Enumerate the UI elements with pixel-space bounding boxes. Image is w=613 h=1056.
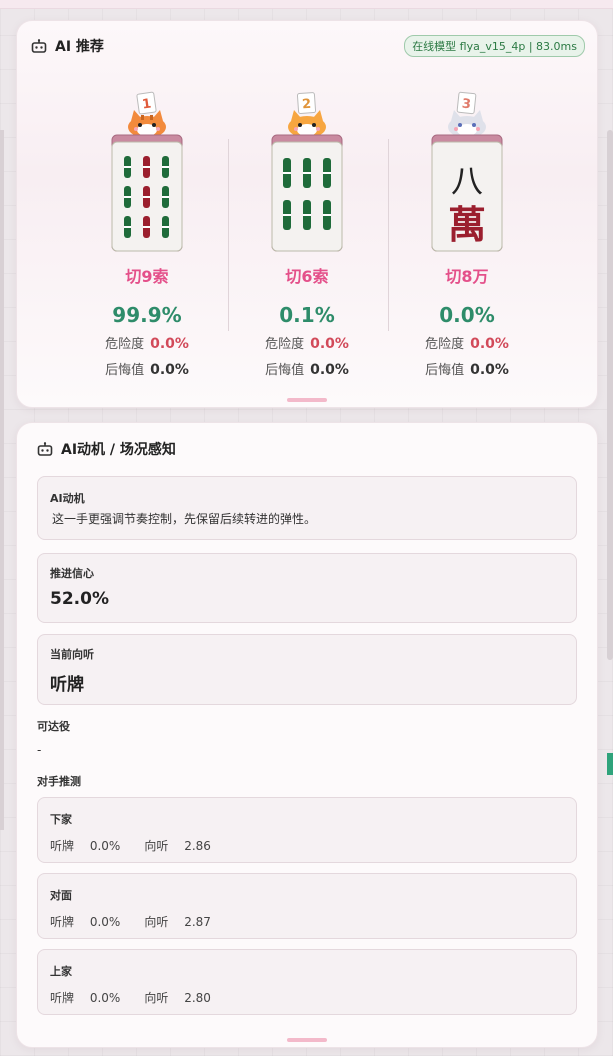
probability: 0.1% xyxy=(279,303,335,327)
column-divider xyxy=(388,139,389,331)
risk-label: 危险度 xyxy=(105,337,145,352)
background-edge xyxy=(0,130,4,830)
panel-resize-handle[interactable] xyxy=(287,398,327,402)
shanten-short-value: 2.86 xyxy=(184,839,211,853)
risk-row: 危险度 0.0% xyxy=(237,333,377,352)
model-badge: 在线模型 flya_v15_4p | 83.0ms xyxy=(404,35,585,57)
opponent-stats: 听牌 0.0% 向听 2.87 xyxy=(50,913,235,930)
status-indicator xyxy=(607,753,613,775)
yaku-value: - xyxy=(37,743,42,757)
risk-label: 危险度 xyxy=(265,337,305,352)
regret-row: 后悔值 0.0% xyxy=(237,359,377,378)
shanten-label: 当前向听 xyxy=(50,648,94,661)
risk-value: 0.0% xyxy=(470,336,509,352)
opponent-card: 上家 听牌 0.0% 向听 2.80 xyxy=(37,949,577,1015)
confidence-label: 推进信心 xyxy=(50,567,94,580)
opponent-stats: 听牌 0.0% 向听 2.86 xyxy=(50,837,235,854)
regret-label: 后悔值 xyxy=(105,363,145,378)
shanten-short-value: 2.87 xyxy=(184,915,211,929)
risk-row: 危险度 0.0% xyxy=(77,333,217,352)
tenpai-value: 0.0% xyxy=(89,991,121,1005)
tile-glyph-man: 萬 xyxy=(448,202,486,247)
ai-motive-panel: AI动机 / 场况感知 AI动机 这一手更强调节奏控制，先保留后续转进的弹性。 … xyxy=(16,422,598,1048)
risk-row: 危险度 0.0% xyxy=(397,333,537,352)
recommend-header: AI 推荐 xyxy=(31,36,104,56)
scrollbar[interactable] xyxy=(607,130,613,660)
tenpai-value: 0.0% xyxy=(89,915,121,929)
opponent-card: 对面 听牌 0.0% 向听 2.87 xyxy=(37,873,577,939)
opponent-seat: 对面 xyxy=(50,889,72,902)
risk-value: 0.0% xyxy=(150,336,189,352)
shanten-short-label: 向听 xyxy=(144,991,169,1005)
ai-recommend-panel: AI 推荐 在线模型 flya_v15_4p | 83.0ms 1 切9索 99… xyxy=(16,20,598,408)
regret-value: 0.0% xyxy=(310,362,349,378)
regret-value: 0.0% xyxy=(150,362,189,378)
robot-icon xyxy=(31,39,47,53)
rank-number: 3 xyxy=(461,97,472,113)
opponents-label: 对手推测 xyxy=(37,775,81,788)
motive-text: 这一手更强调节奏控制，先保留后续转进的弹性。 xyxy=(52,512,317,526)
tile-9-sou xyxy=(111,134,183,252)
tenpai-value: 0.0% xyxy=(89,839,121,853)
confidence-value: 52.0% xyxy=(50,589,109,609)
opponent-seat: 下家 xyxy=(50,813,72,826)
motive-label: AI动机 xyxy=(50,492,85,505)
robot-icon xyxy=(37,442,53,456)
probability: 0.0% xyxy=(439,303,495,327)
tile-glyph-number: 八 xyxy=(451,162,483,200)
orange-cat-icon: 1 xyxy=(125,91,169,139)
panel-resize-handle[interactable] xyxy=(287,1038,327,1042)
risk-label: 危险度 xyxy=(425,337,465,352)
tile-6-sou xyxy=(271,134,343,252)
shanten-short-label: 向听 xyxy=(144,839,169,853)
regret-row: 后悔值 0.0% xyxy=(77,359,217,378)
cut-label: 切8万 xyxy=(445,267,489,286)
column-divider xyxy=(228,139,229,331)
shanten-short-value: 2.80 xyxy=(184,991,211,1005)
rank-number: 2 xyxy=(302,97,312,113)
regret-label: 后悔值 xyxy=(265,363,305,378)
regret-value: 0.0% xyxy=(470,362,509,378)
recommend-title: AI 推荐 xyxy=(55,39,104,55)
regret-label: 后悔值 xyxy=(425,363,465,378)
tenpai-label: 听牌 xyxy=(50,915,75,929)
risk-value: 0.0% xyxy=(310,336,349,352)
cut-label: 切9索 xyxy=(125,267,169,286)
orange-cat-icon: 2 xyxy=(285,91,329,139)
cut-label: 切6索 xyxy=(285,267,329,286)
motive-title: AI动机 / 场况感知 xyxy=(61,442,176,458)
shanten-value: 听牌 xyxy=(50,675,84,695)
probability: 99.9% xyxy=(112,303,182,327)
regret-row: 后悔值 0.0% xyxy=(397,359,537,378)
grey-cat-icon: 3 xyxy=(445,91,489,139)
opponent-seat: 上家 xyxy=(50,965,72,978)
confidence-card: 推进信心 52.0% xyxy=(37,553,577,623)
top-strip xyxy=(0,0,613,9)
tenpai-label: 听牌 xyxy=(50,991,75,1005)
opponent-stats: 听牌 0.0% 向听 2.80 xyxy=(50,989,235,1006)
motive-card: AI动机 这一手更强调节奏控制，先保留后续转进的弹性。 xyxy=(37,476,577,540)
tenpai-label: 听牌 xyxy=(50,839,75,853)
shanten-card: 当前向听 听牌 xyxy=(37,634,577,705)
motive-header: AI动机 / 场况感知 xyxy=(37,439,176,459)
opponent-card: 下家 听牌 0.0% 向听 2.86 xyxy=(37,797,577,863)
tile-8-man: 八 萬 xyxy=(431,134,503,252)
yaku-label: 可达役 xyxy=(37,720,70,733)
shanten-short-label: 向听 xyxy=(144,915,169,929)
